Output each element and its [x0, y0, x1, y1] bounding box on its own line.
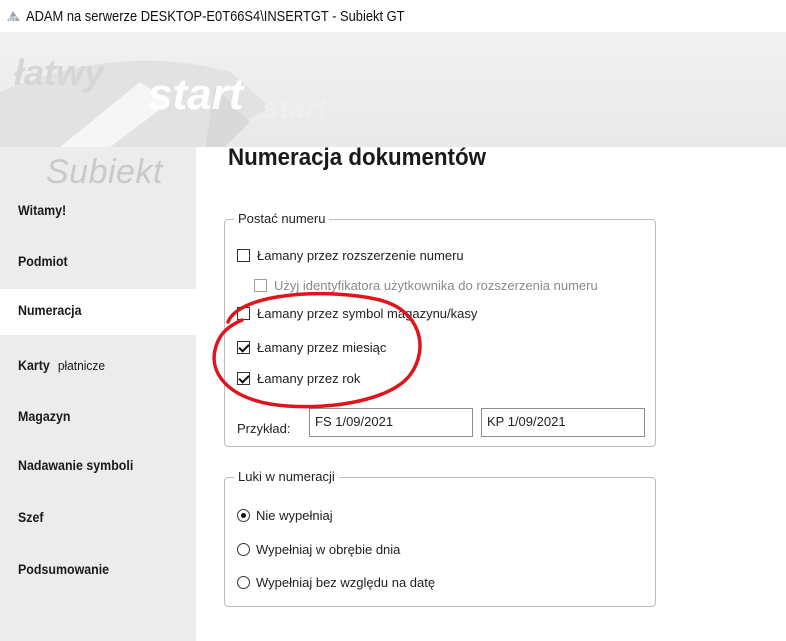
wizard-banner: łatwy start start: [0, 32, 786, 147]
svg-text:GT: GT: [9, 17, 18, 23]
group-legend: Luki w numeracji: [234, 469, 339, 484]
subiekt-logo: Subiekt: [46, 153, 163, 191]
checkbox-label: Łamany przez miesiąc: [257, 340, 387, 355]
example-label: Przykład:: [237, 421, 291, 436]
radio-nie-wypelniaj[interactable]: Nie wypełniaj: [237, 508, 333, 523]
window-titlebar: GT ADAM na serwerze DESKTOP-E0T66S4\INSE…: [0, 0, 786, 32]
option-rozszerzenie[interactable]: Łamany przez rozszerzenie numeru: [237, 248, 464, 263]
example-field-kp: KP 1/09/2021: [481, 408, 645, 437]
sidebar-item-sublabel: płatnicze: [58, 358, 106, 373]
sidebar-item-magazyn[interactable]: Magazyn: [0, 409, 196, 431]
radio-button[interactable]: [237, 543, 250, 556]
radio-wypelniaj-dnia[interactable]: Wypełniaj w obrębie dnia: [237, 542, 400, 557]
radio-wypelniaj-bez-daty[interactable]: Wypełniaj bez względu na datę: [237, 575, 435, 590]
sidebar-item-label: Szef: [18, 510, 44, 525]
sidebar-item-label: Nadawanie symboli: [18, 458, 134, 473]
checkbox-label: Łamany przez rozszerzenie numeru: [257, 248, 464, 263]
radio-button-selected[interactable]: [237, 509, 250, 522]
radio-label: Wypełniaj w obrębie dnia: [256, 542, 401, 557]
checkbox-checked[interactable]: [237, 341, 250, 354]
sidebar-item-label: Podsumowanie: [18, 562, 110, 577]
group-legend: Postać numeru: [234, 211, 330, 226]
sidebar-item-szef[interactable]: Szef: [0, 510, 196, 532]
sidebar-item-karty[interactable]: Karty płatnicze: [0, 358, 196, 394]
option-rok[interactable]: Łamany przez rok: [237, 371, 360, 386]
sidebar-item-podmiot[interactable]: Podmiot: [0, 254, 196, 276]
banner-word: start: [148, 70, 244, 119]
sidebar-item-label: Podmiot: [18, 254, 68, 269]
radio-label: Wypełniaj bez względu na datę: [256, 575, 436, 590]
sidebar-item-numeracja[interactable]: Numeracja: [0, 289, 196, 335]
checkbox-disabled: [254, 279, 267, 292]
sidebar-item-label: Numeracja: [18, 303, 82, 318]
radio-button[interactable]: [237, 576, 250, 589]
checkbox-checked[interactable]: [237, 372, 250, 385]
app-icon: GT: [7, 11, 20, 23]
option-identyfikator-uzytkownika: Użyj identyfikatora użytkownika do rozsz…: [254, 278, 598, 293]
checkbox-label: Łamany przez rok: [257, 371, 361, 386]
sidebar-item-nadawanie-symboli[interactable]: Nadawanie symboli: [0, 458, 196, 480]
window-title: ADAM na serwerze DESKTOP-E0T66S4\INSERTG…: [26, 8, 405, 25]
option-miesiac[interactable]: Łamany przez miesiąc: [237, 340, 386, 355]
checkbox[interactable]: [237, 249, 250, 262]
option-symbol-magazynu[interactable]: Łamany przez symbol magazynu/kasy: [237, 306, 477, 321]
banner-word: łatwy: [14, 52, 105, 93]
banner-word: start: [262, 92, 328, 125]
radio-label: Nie wypełniaj: [256, 508, 333, 523]
banner-swoosh-graphic: [0, 60, 270, 147]
checkbox-label: Łamany przez symbol magazynu/kasy: [257, 306, 478, 321]
sidebar-item-podsumowanie[interactable]: Podsumowanie: [0, 562, 196, 584]
sidebar-item-label: Magazyn: [18, 409, 71, 424]
example-field-fs: FS 1/09/2021: [309, 408, 473, 437]
sidebar-item-label: Witamy!: [18, 203, 67, 218]
sidebar-item-witamy[interactable]: Witamy!: [0, 203, 196, 225]
sidebar-item-label: Karty: [18, 358, 50, 373]
page-title: Numeracja dokumentów: [228, 144, 486, 171]
checkbox[interactable]: [237, 307, 250, 320]
checkbox-label: Użyj identyfikatora użytkownika do rozsz…: [274, 278, 598, 293]
